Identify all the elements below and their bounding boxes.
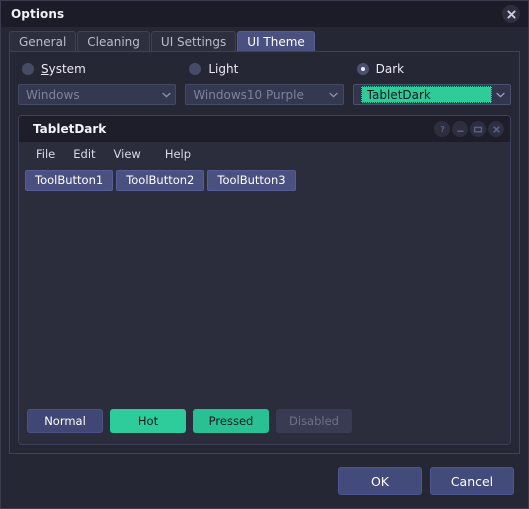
combo-light-theme[interactable]: Windows10 Purple: [185, 84, 344, 105]
radio-dark-label: Dark: [375, 62, 405, 76]
page-title: Options: [11, 7, 65, 21]
radio-indicator-icon: [22, 63, 34, 75]
menu-help[interactable]: Help: [156, 145, 200, 163]
toolbutton-3[interactable]: ToolButton3: [207, 169, 296, 191]
theme-option-light: Light Windows10 Purple: [185, 60, 344, 105]
minimize-icon[interactable]: [452, 121, 468, 137]
preview-caption-buttons: ?: [434, 121, 504, 137]
chevron-down-icon: [325, 92, 343, 98]
menu-file[interactable]: File: [27, 145, 64, 163]
radio-dark[interactable]: Dark: [353, 60, 511, 78]
combo-system-theme[interactable]: Windows: [18, 84, 177, 105]
tab-strip: General Cleaning UI Settings UI Theme: [1, 27, 528, 51]
ok-button[interactable]: OK: [338, 467, 422, 495]
chevron-down-icon[interactable]: [492, 92, 510, 98]
svg-text:?: ?: [440, 125, 444, 134]
menu-view[interactable]: View: [105, 145, 150, 163]
theme-option-system: System Windows: [18, 60, 177, 105]
radio-system-label: System: [41, 62, 86, 76]
mnemonic-letter: S: [41, 62, 49, 76]
combo-system-value: Windows: [26, 87, 80, 102]
close-circle-icon[interactable]: [502, 5, 520, 23]
ui-theme-tab-page: System Windows Light Windows10 Purple Da…: [9, 51, 520, 454]
tab-cleaning[interactable]: Cleaning: [77, 31, 150, 51]
preview-toolbar: ToolButton1 ToolButton2 ToolButton3: [19, 165, 510, 195]
close-icon[interactable]: [488, 121, 504, 137]
combo-dark-value: TabletDark: [366, 87, 431, 102]
preview-state-buttons: Normal Hot Pressed Disabled: [19, 398, 510, 444]
tab-general[interactable]: General: [9, 31, 77, 51]
preview-client-area: [19, 195, 510, 398]
state-button-pressed[interactable]: Pressed: [193, 409, 269, 433]
radio-indicator-icon: [189, 63, 202, 75]
mnemonic-rest: ystem: [48, 62, 86, 76]
state-button-normal[interactable]: Normal: [27, 409, 103, 433]
dialog-titlebar: Options: [1, 1, 528, 27]
menu-edit[interactable]: Edit: [64, 145, 104, 163]
tab-ui-settings[interactable]: UI Settings: [150, 31, 237, 51]
combo-light-value: Windows10 Purple: [193, 87, 304, 102]
options-dialog: Options General Cleaning UI Settings UI …: [0, 0, 529, 509]
state-button-hot[interactable]: Hot: [110, 409, 186, 433]
cancel-button[interactable]: Cancel: [430, 467, 514, 495]
combo-dark-theme[interactable]: TabletDark: [352, 84, 511, 105]
preview-menubar: File Edit View Help: [19, 142, 510, 165]
combo-dark-field: TabletDark: [360, 86, 492, 103]
maximize-icon[interactable]: [470, 121, 486, 137]
preview-title: TabletDark: [33, 122, 107, 136]
state-button-disabled: Disabled: [276, 409, 352, 433]
toolbutton-1[interactable]: ToolButton1: [25, 169, 114, 191]
preview-titlebar: TabletDark ?: [19, 116, 510, 142]
radio-indicator-icon: [356, 63, 369, 75]
toolbutton-2[interactable]: ToolButton2: [116, 169, 205, 191]
tab-ui-theme[interactable]: UI Theme: [237, 31, 315, 51]
chevron-down-icon: [157, 92, 175, 98]
theme-preview-window: TabletDark ? File Edit View Help ToolBut…: [18, 115, 511, 445]
radio-system[interactable]: System: [18, 60, 176, 78]
radio-light[interactable]: Light: [185, 60, 343, 78]
help-icon[interactable]: ?: [434, 121, 450, 137]
theme-option-dark: Dark TabletDark: [352, 60, 511, 105]
dialog-footer: OK Cancel: [1, 454, 528, 508]
theme-selector-row: System Windows Light Windows10 Purple Da…: [18, 60, 511, 105]
radio-light-label: Light: [208, 62, 239, 76]
